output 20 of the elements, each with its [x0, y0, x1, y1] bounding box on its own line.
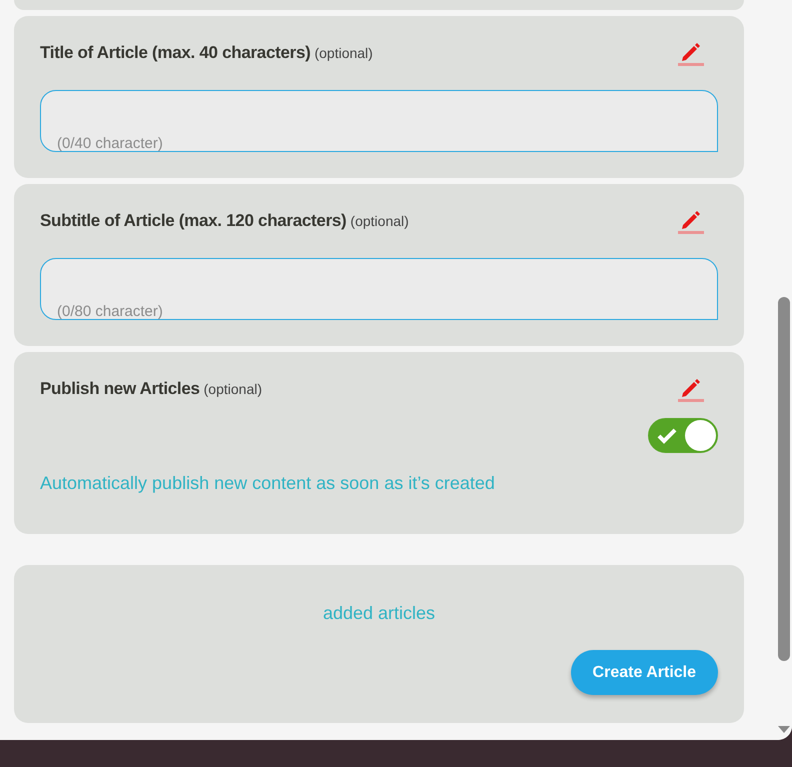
toggle-switch[interactable]	[648, 418, 718, 453]
pencil-icon[interactable]	[678, 376, 704, 402]
scroll-down-icon[interactable]	[778, 726, 790, 734]
input-field[interactable]: (0/40 character)	[40, 90, 718, 152]
check-icon	[657, 428, 677, 444]
create-article-button[interactable]: Create Article	[570, 650, 718, 695]
optional-note: (optional)	[204, 381, 262, 397]
optional-note: (optional)	[314, 45, 373, 61]
input-field[interactable]: (0/80 character)	[40, 258, 718, 320]
scrollbar-thumb[interactable]	[778, 297, 790, 661]
character-counter: (0/80 character)	[57, 303, 163, 320]
pencil-icon[interactable]	[678, 208, 704, 234]
added-articles-label: added articles	[322, 603, 436, 624]
section-title: Title of Article (max. 40 characters)	[40, 43, 310, 63]
description: Automatically publish new content as soon as it’s created	[40, 473, 496, 494]
section-title: Subtitle of Article (max. 120 characters)	[40, 211, 346, 231]
character-counter: (0/40 character)	[57, 135, 163, 152]
optional-note: (optional)	[350, 213, 409, 229]
section-title: Publish new Articles	[40, 379, 200, 399]
pencil-icon[interactable]	[678, 40, 704, 66]
